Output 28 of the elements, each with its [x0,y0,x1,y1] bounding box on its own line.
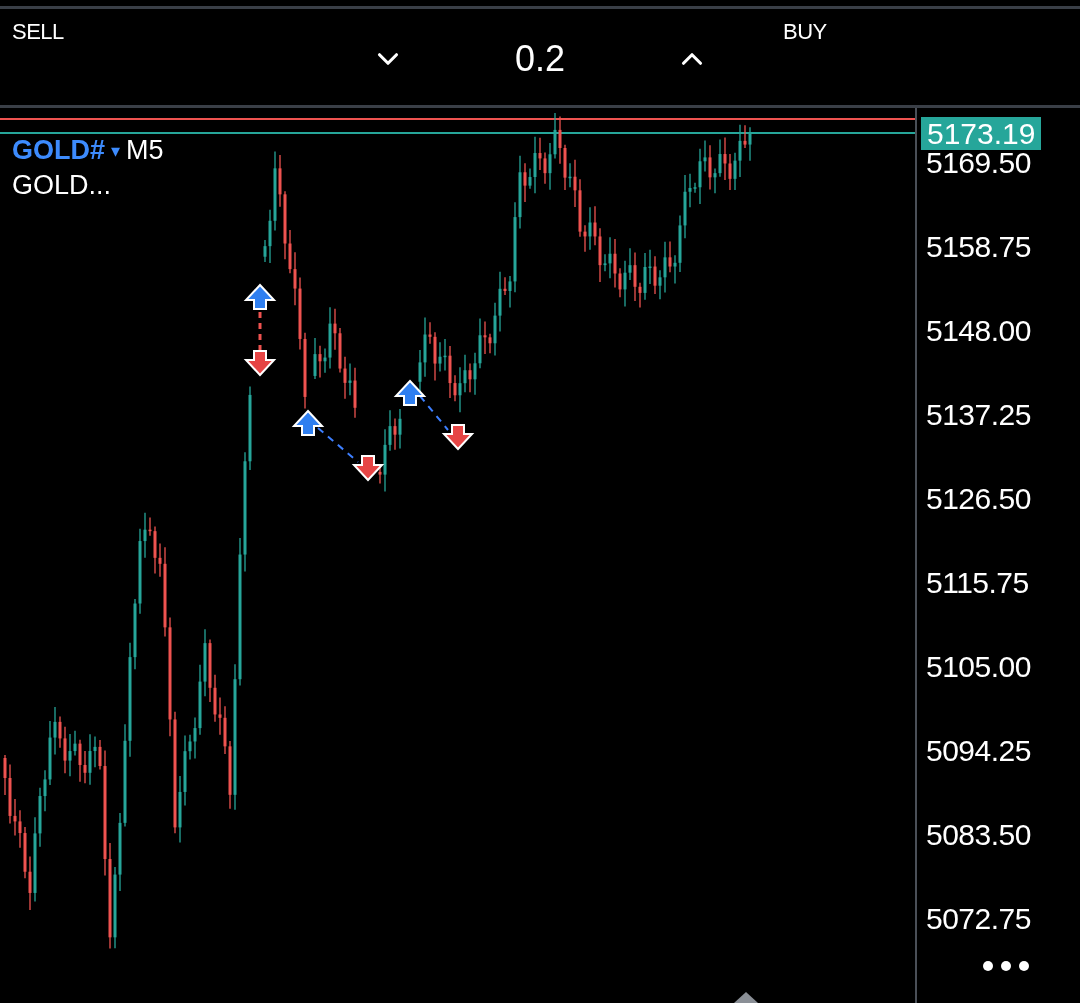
sell-arrow-icon [351,455,385,482]
more-icon[interactable] [982,960,1030,972]
buy-arrow-icon [393,379,427,406]
buy-arrow-icon [291,409,325,436]
price-label: 5105.00 [926,650,1032,684]
price-label: 5126.50 [926,482,1032,516]
trade-line [419,395,449,431]
buy-label[interactable]: BUY [717,19,827,45]
trade-line [258,312,262,352]
symbol-description: GOLD... [12,170,113,201]
price-label: 5148.00 [926,314,1032,348]
lot-size: 0.2 [514,38,565,80]
sell-arrow-icon [441,424,475,451]
triangle-marker-icon[interactable] [734,992,758,1003]
price-label: 5083.50 [926,818,1032,852]
price-label: 5137.25 [926,398,1032,432]
sell-label[interactable]: SELL [0,19,64,45]
price-label: 5072.75 [926,902,1032,936]
price-label: 5115.75 [926,566,1030,600]
current-price-badge: 5173.19 [921,117,1042,150]
symbol-menu-caret[interactable]: ▾ [111,139,121,162]
timeframe-label: M5 [126,135,164,166]
symbol-name[interactable]: GOLD# [12,135,105,166]
trade-line [317,427,359,463]
price-label: 5158.75 [926,230,1032,264]
price-label: 5094.25 [926,734,1032,768]
buy-arrow-icon [243,283,277,310]
sell-arrow-icon [243,350,277,377]
